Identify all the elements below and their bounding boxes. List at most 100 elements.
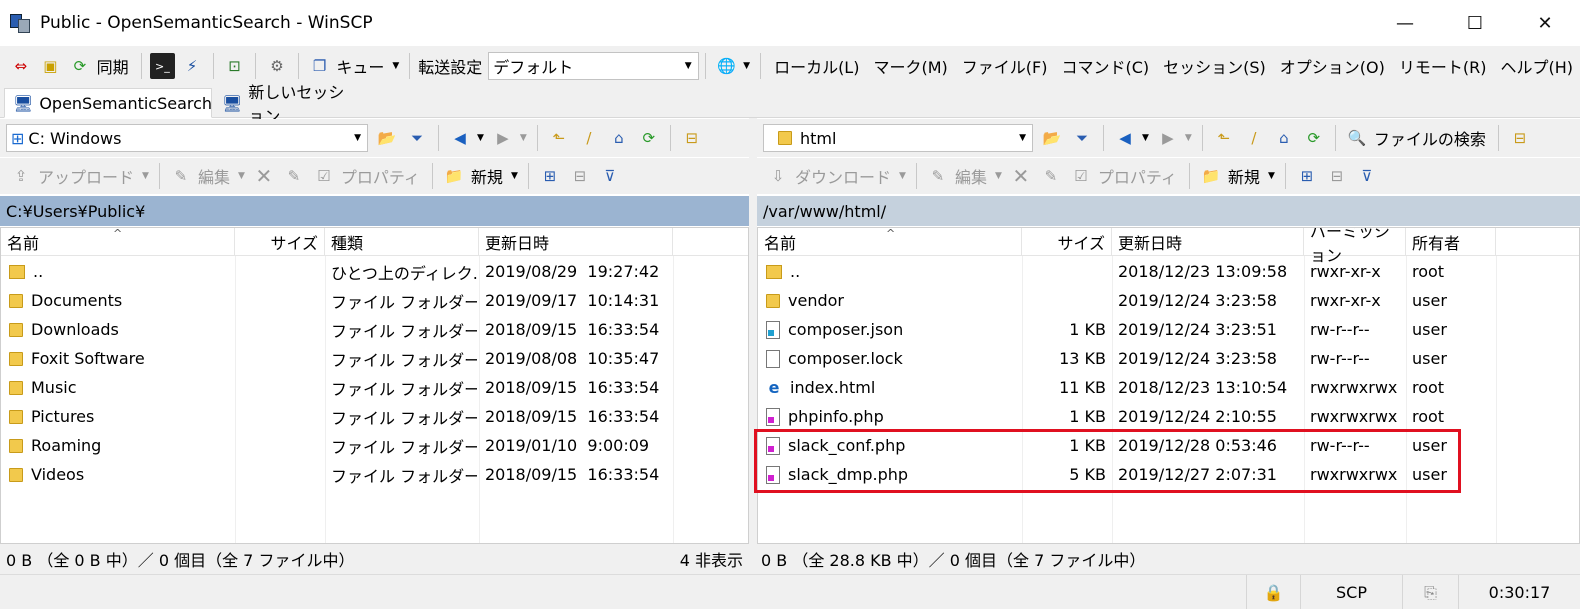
table-row[interactable]: Foxit Software ファイル フォルダー 2019/08/08 10:35… [1,344,748,373]
edit-button[interactable]: 編集 [955,164,987,188]
table-row[interactable]: .. 2018/12/23 13:09:58 rwxr-xr-x root [758,257,1579,286]
col-type[interactable]: 種類 [325,228,479,256]
table-row[interactable]: slack_dmp.php 5 KB 2019/12/27 2:07:31 rwxrw… [758,460,1579,489]
close-button[interactable]: ✕ [1510,0,1580,46]
local-hidden-count[interactable]: 4 非表示 [680,547,743,571]
parent-dir-icon[interactable]: ⬑ [546,125,572,151]
download-icon[interactable]: ⇩ [765,163,791,189]
download-dropdown-icon[interactable]: ▼ [899,171,906,181]
select-filter-icon[interactable]: ⊽ [597,163,623,189]
minimize-button[interactable]: — [1370,0,1440,46]
find-files-icon[interactable]: 🔍 [1344,125,1370,151]
compare-dirs-icon[interactable]: ⇔ [8,53,34,79]
menu-file[interactable]: ファイル(F) [962,54,1048,78]
delete-icon[interactable]: ✕ [251,163,277,189]
remote-dir-select[interactable]: html ▼ [763,124,1033,152]
properties-button[interactable]: プロパティ [341,164,420,188]
parent-dir-icon[interactable]: ⬑ [1211,125,1237,151]
new-button[interactable]: 新規 [1228,164,1260,188]
find-files-button[interactable]: ファイルの検索 [1374,126,1486,150]
maximize-button[interactable]: ☐ [1440,0,1510,46]
menu-options[interactable]: オプション(O) [1280,54,1385,78]
unselect-icon[interactable]: ⊟ [567,163,593,189]
local-drive-select[interactable]: ⊞ C: Windows ▼ [6,124,368,152]
forward-dropdown-icon[interactable]: ▼ [1185,133,1192,143]
new-dropdown-icon[interactable]: ▼ [511,171,518,181]
menu-local[interactable]: ローカル(L) [774,54,859,78]
upload-icon[interactable]: ⇪ [8,163,34,189]
remote-file-list[interactable]: 名前 ^ サイズ 更新日時 パーミッション 所有者 .. 2018/12/23 1… [757,227,1580,544]
table-row[interactable]: composer.lock 13 KB 2019/12/24 3:23:58 rw-r… [758,344,1579,373]
col-name[interactable]: 名前 ^ [758,228,1022,256]
col-modified[interactable]: 更新日時 [1112,228,1304,256]
table-row[interactable]: Documents ファイル フォルダー 2019/09/17 10:14:31 [1,286,748,315]
upload-dropdown-icon[interactable]: ▼ [142,171,149,181]
menu-mark[interactable]: マーク(M) [873,54,947,78]
refresh-screen-icon[interactable]: ⊡ [222,53,248,79]
globe-icon[interactable]: 🌐 [714,53,740,79]
col-size[interactable]: サイズ [235,228,325,256]
globe-dropdown-icon[interactable]: ▼ [743,61,750,71]
edit-dropdown-icon[interactable]: ▼ [995,171,1002,181]
table-row[interactable]: composer.json 1 KB 2019/12/24 3:23:51 rw-r-… [758,315,1579,344]
menu-session[interactable]: セッション(S) [1163,54,1266,78]
properties-icon[interactable]: ☑ [311,163,337,189]
col-size[interactable]: サイズ [1022,228,1112,256]
open-folder-icon[interactable]: 📂 [374,125,400,151]
synchronize-icon[interactable]: ⟳ [67,53,93,79]
col-name[interactable]: 名前 ^ [1,228,235,256]
queue-button[interactable]: キュー [336,54,384,78]
table-row[interactable]: Music ファイル フォルダー 2018/09/15 16:33:54 [1,373,748,402]
refresh-icon[interactable]: ⟳ [636,125,662,151]
rename-icon[interactable]: ✎ [1038,163,1064,189]
select-all-icon[interactable]: ⊞ [1294,163,1320,189]
local-file-list[interactable]: 名前 ^ サイズ 種類 更新日時 .. ひとつ上のディレク... 2019/08/2… [0,227,749,544]
queue-dropdown-icon[interactable]: ▼ [392,61,399,71]
sync-browse-icon[interactable]: ▣ [38,53,64,79]
tab-opensemanticsearch[interactable]: 🖥 OpenSemanticSearch [4,88,212,118]
home-icon[interactable]: ⌂ [1271,125,1297,151]
new-button[interactable]: 新規 [471,164,503,188]
menu-help[interactable]: ヘルプ(H) [1501,54,1574,78]
new-folder-icon[interactable]: 📁 [1198,163,1224,189]
putty-icon[interactable]: ⚡ [179,53,205,79]
select-filter-icon[interactable]: ⊽ [1354,163,1380,189]
root-dir-icon[interactable]: / [576,125,602,151]
forward-arrow-icon[interactable]: ▶ [1155,125,1181,151]
home-icon[interactable]: ⌂ [606,125,632,151]
table-row[interactable]: e index.html 11 KB 2018/12/23 13:10:54 rwxrw… [758,373,1579,402]
download-button[interactable]: ダウンロード [795,164,891,188]
new-dropdown-icon[interactable]: ▼ [1268,171,1275,181]
gear-icon[interactable]: ⚙ [264,53,290,79]
new-folder-icon[interactable]: 📁 [441,163,467,189]
root-dir-icon[interactable]: / [1241,125,1267,151]
back-arrow-icon[interactable]: ◀ [447,125,473,151]
edit-dropdown-icon[interactable]: ▼ [238,171,245,181]
select-all-icon[interactable]: ⊞ [537,163,563,189]
menu-remote[interactable]: リモート(R) [1399,54,1487,78]
col-permissions[interactable]: パーミッション [1304,228,1406,265]
properties-button[interactable]: プロパティ [1098,164,1177,188]
table-row[interactable]: phpinfo.php 1 KB 2019/12/24 2:10:55 rwxrwxr… [758,402,1579,431]
table-row[interactable]: Videos ファイル フォルダー 2018/09/15 16:33:54 [1,460,748,489]
back-dropdown-icon[interactable]: ▼ [1142,133,1149,143]
back-arrow-icon[interactable]: ◀ [1112,125,1138,151]
pane-splitter[interactable] [749,118,757,574]
forward-dropdown-icon[interactable]: ▼ [520,133,527,143]
edit-button[interactable]: 編集 [198,164,230,188]
tab-new-session[interactable]: 🖥 新しいセッション [214,83,364,126]
table-row[interactable]: Roaming ファイル フォルダー 2019/01/10 9:00:09 [1,431,748,460]
col-owner[interactable]: 所有者 [1406,228,1496,256]
edit-icon[interactable]: ✎ [168,163,194,189]
filter-icon[interactable]: ⏷ [1069,125,1095,151]
table-row[interactable]: Pictures ファイル フォルダー 2018/09/15 16:33:54 [1,402,748,431]
upload-button[interactable]: アップロード [38,164,134,188]
unselect-icon[interactable]: ⊟ [1324,163,1350,189]
terminal-icon[interactable]: >_ [149,53,176,79]
edit-icon[interactable]: ✎ [925,163,951,189]
tree-view-icon[interactable]: ⊟ [1507,125,1533,151]
back-dropdown-icon[interactable]: ▼ [477,133,484,143]
col-modified[interactable]: 更新日時 [479,228,673,256]
transfer-preset-select[interactable]: デフォルト ▼ [488,52,699,80]
forward-arrow-icon[interactable]: ▶ [490,125,516,151]
